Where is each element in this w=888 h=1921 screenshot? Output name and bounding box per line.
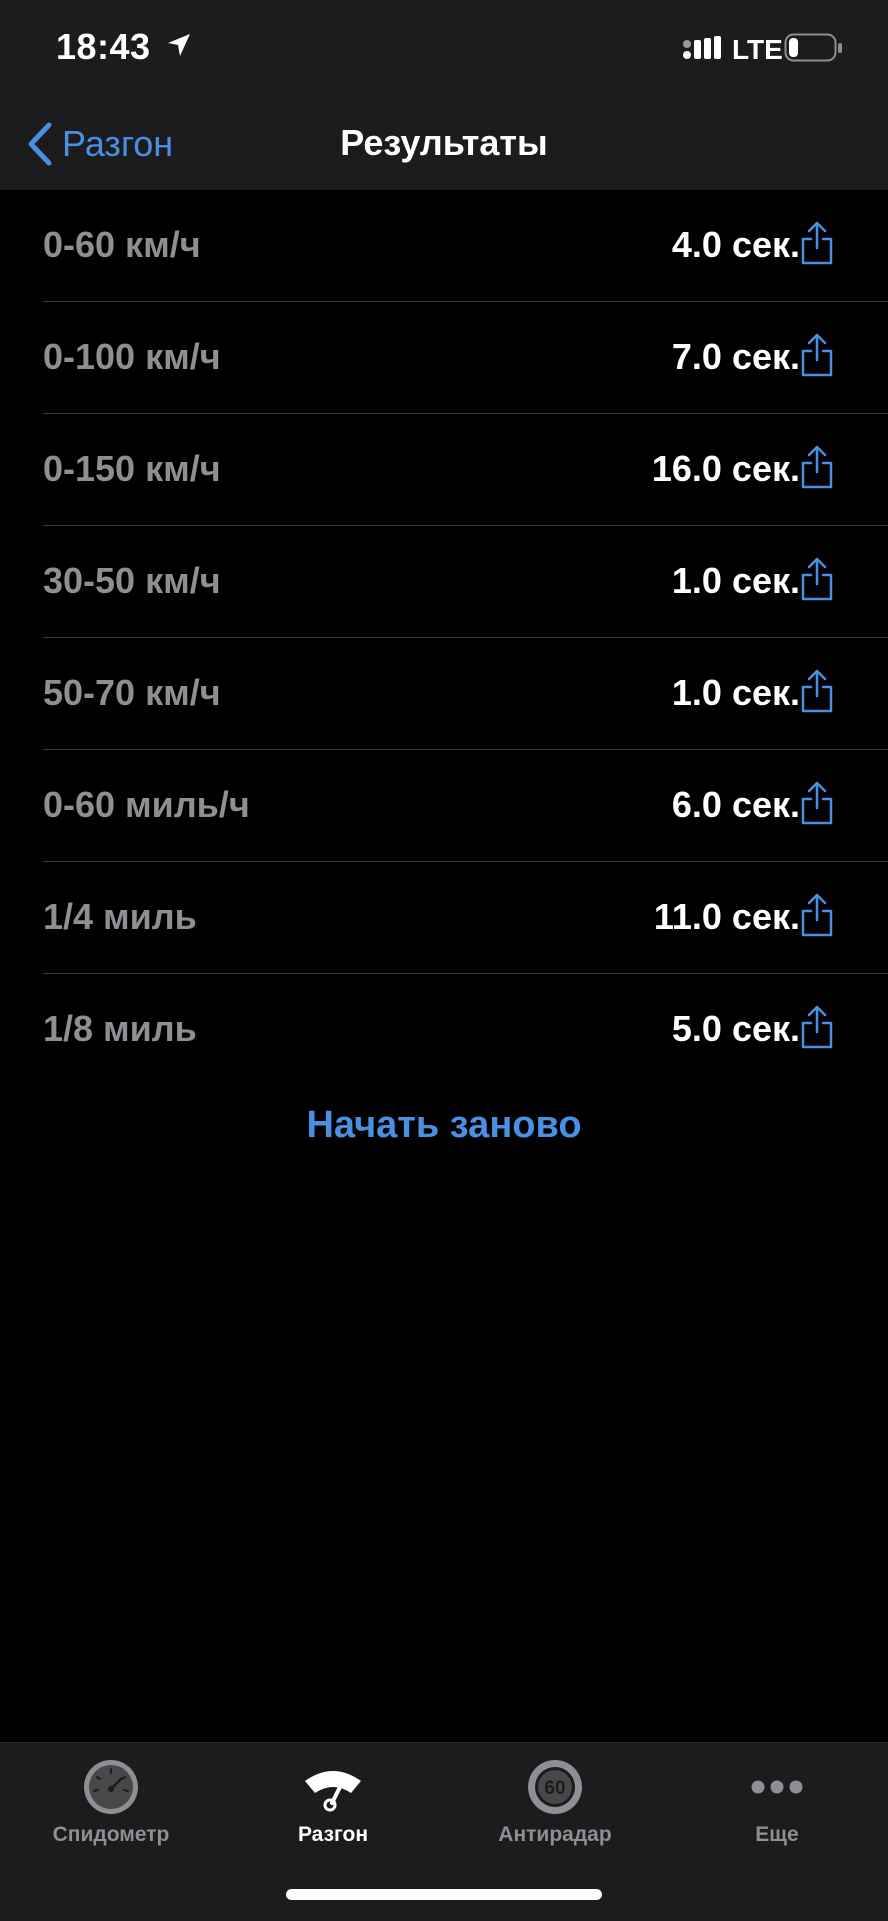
- more-dots-icon: [751, 1780, 803, 1794]
- result-row: 0-150 км/ч 16.0 сек.: [43, 414, 888, 526]
- result-value: 11.0 сек.: [653, 896, 800, 937]
- share-icon[interactable]: [800, 444, 834, 490]
- share-icon[interactable]: [800, 668, 834, 714]
- share-icon[interactable]: [800, 332, 834, 378]
- result-row: 1/8 миль 5.0 сек.: [43, 974, 888, 1085]
- result-value: 6.0 сек.: [671, 784, 800, 825]
- result-label: 30-50 км/ч: [43, 560, 221, 601]
- speed-limit-60-icon: 60: [528, 1760, 582, 1814]
- result-label: 0-60 миль/ч: [43, 784, 250, 825]
- tab-label: Разгон: [297, 1823, 369, 1846]
- result-value: 7.0 сек.: [671, 336, 800, 377]
- tab-acceleration[interactable]: Разгон: [222, 1757, 444, 1867]
- share-icon[interactable]: [800, 1004, 834, 1050]
- share-icon[interactable]: [800, 220, 834, 266]
- tab-more[interactable]: Еще: [666, 1757, 888, 1867]
- acceleration-icon: [305, 1771, 361, 1812]
- result-value: 1.0 сек.: [671, 672, 800, 713]
- status-time: 18:43: [56, 26, 151, 67]
- cellular-signal-icon: [683, 36, 721, 59]
- tab-antiradar[interactable]: 60 Антирадар: [444, 1757, 666, 1867]
- svg-text:60: 60: [544, 1778, 565, 1799]
- navigation-bar: Разгон Результаты: [0, 100, 888, 190]
- share-icon[interactable]: [800, 892, 834, 938]
- result-label: 1/8 миль: [43, 1008, 197, 1049]
- result-label: 50-70 км/ч: [43, 672, 221, 713]
- result-row: 0-60 миль/ч 6.0 сек.: [43, 750, 888, 862]
- result-label: 0-150 км/ч: [43, 448, 221, 489]
- result-row: 30-50 км/ч 1.0 сек.: [43, 526, 888, 638]
- result-value: 1.0 сек.: [671, 560, 800, 601]
- home-indicator: [286, 1889, 602, 1900]
- result-value: 4.0 сек.: [671, 224, 800, 265]
- result-label: 1/4 миль: [43, 896, 197, 937]
- location-arrow-icon: [168, 34, 190, 56]
- network-type-label: LTE: [732, 34, 783, 65]
- result-row: 1/4 миль 11.0 сек.: [43, 862, 888, 974]
- result-label: 0-100 км/ч: [43, 336, 221, 377]
- result-value: 16.0 сек.: [651, 448, 800, 489]
- result-row: 0-60 км/ч 4.0 сек.: [43, 190, 888, 302]
- result-row: 50-70 км/ч 1.0 сек.: [43, 638, 888, 750]
- tab-label: Еще: [755, 1823, 799, 1846]
- restart-button[interactable]: Начать заново: [0, 1104, 888, 1147]
- share-icon[interactable]: [800, 556, 834, 602]
- results-list: 0-60 км/ч 4.0 сек. 0-100 км/ч 7.0 сек. 0…: [0, 190, 888, 1085]
- result-row: 0-100 км/ч 7.0 сек.: [43, 302, 888, 414]
- speedometer-icon: [84, 1760, 138, 1814]
- page-title: Результаты: [340, 122, 548, 163]
- status-bar: 18:43 LTE: [0, 0, 888, 100]
- result-label: 0-60 км/ч: [43, 224, 201, 265]
- tab-speedometer[interactable]: Спидометр: [0, 1757, 222, 1867]
- tab-label: Спидометр: [52, 1823, 170, 1846]
- battery-icon: [784, 33, 842, 62]
- tab-label: Антирадар: [498, 1823, 612, 1846]
- share-icon[interactable]: [800, 780, 834, 826]
- result-value: 5.0 сек.: [671, 1008, 800, 1049]
